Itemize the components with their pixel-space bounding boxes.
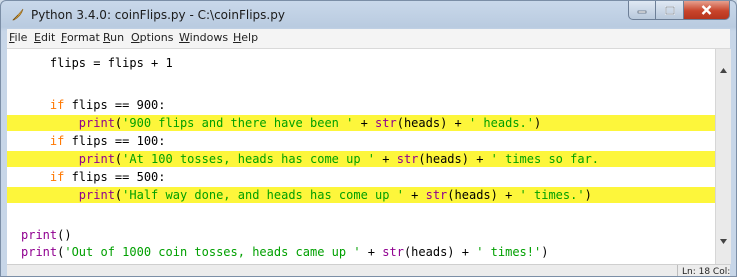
- code-token: print: [21, 228, 58, 242]
- code-token: 'At 100 tosses, heads has come up ': [122, 152, 376, 166]
- code-token: ' heads.': [468, 116, 534, 130]
- menu-windows[interactable]: Windows: [179, 31, 228, 44]
- code-token: +: [353, 116, 376, 130]
- code-token: print: [78, 188, 115, 202]
- code-token: flips == 100:: [64, 134, 166, 148]
- code-token: flips = flips + 1: [21, 56, 173, 70]
- code-token: print: [78, 116, 115, 130]
- title-bar[interactable]: Python 3.4.0: coinFlips.py - C:\coinFlip…: [1, 1, 736, 29]
- menu-options[interactable]: Options: [131, 31, 173, 44]
- scroll-up-arrow[interactable]: [716, 63, 731, 78]
- code-editor[interactable]: flips = flips + 1 if flips == 900: print…: [7, 49, 715, 264]
- code-token: ' times.': [519, 188, 585, 202]
- code-line: if flips == 500:: [7, 169, 715, 185]
- scroll-down-arrow[interactable]: [716, 234, 731, 249]
- code-token: ' times!': [476, 245, 542, 259]
- code-line: if flips == 900:: [7, 97, 715, 113]
- code-token: if: [49, 170, 65, 184]
- code-token: str: [396, 152, 419, 166]
- idle-editor-window: Python 3.4.0: coinFlips.py - C:\coinFlip…: [0, 0, 737, 277]
- menu-file[interactable]: File: [9, 31, 27, 44]
- code-token: '900 flips and there have been ': [122, 116, 354, 130]
- maximize-icon: [664, 5, 675, 15]
- minimize-icon: [637, 10, 647, 14]
- code-line: print(): [7, 227, 715, 243]
- code-token: ): [534, 116, 542, 130]
- code-token: +: [375, 152, 397, 166]
- window-controls: [628, 1, 730, 21]
- code-token: ' times so far.: [490, 152, 600, 166]
- menu-edit[interactable]: Edit: [34, 31, 55, 44]
- python-feather-icon: [12, 8, 24, 21]
- vertical-scrollbar[interactable]: [715, 49, 731, 264]
- code-line: print('900 flips and there have been ' +…: [7, 115, 715, 131]
- code-token: print: [78, 152, 115, 166]
- code-token: (heads) +: [396, 116, 469, 130]
- code-token: +: [403, 188, 426, 202]
- code-token: (heads) +: [403, 245, 477, 259]
- code-token: (heads) +: [447, 188, 520, 202]
- code-token: if: [49, 134, 65, 148]
- code-token: (heads) +: [418, 152, 491, 166]
- minimize-button[interactable]: [628, 1, 656, 20]
- scroll-down-arrow-icon: [720, 239, 727, 244]
- code-token: if: [49, 98, 65, 112]
- window-title: Python 3.4.0: coinFlips.py - C:\coinFlip…: [31, 8, 285, 22]
- cursor-position: Ln: 18 Col: 0: [677, 265, 730, 276]
- maximize-button[interactable]: [656, 1, 684, 20]
- code-token: ): [584, 188, 592, 202]
- code-token: 'Half way done, and heads has come up ': [122, 188, 404, 202]
- close-button[interactable]: [684, 1, 730, 20]
- close-icon: [701, 5, 712, 15]
- code-token: str: [425, 188, 448, 202]
- code-token: str: [382, 245, 404, 259]
- code-line: print('At 100 tosses, heads has come up …: [7, 151, 715, 167]
- code-token: ): [541, 245, 549, 259]
- code-token: 'Out of 1000 coin tosses, heads came up …: [64, 245, 361, 259]
- menu-run[interactable]: Run: [103, 31, 124, 44]
- code-token: flips == 500:: [64, 170, 166, 184]
- code-line: if flips == 100:: [7, 133, 715, 149]
- status-bar: Ln: 18 Col: 0: [7, 264, 730, 276]
- menu-help[interactable]: Help: [233, 31, 258, 44]
- menu-format[interactable]: Format: [61, 31, 100, 44]
- code-line: flips = flips + 1: [7, 55, 715, 71]
- menu-bar: File Edit Format Run Options Windows Hel…: [7, 29, 730, 49]
- code-token: print: [21, 245, 58, 259]
- code-token: str: [375, 116, 397, 130]
- code-token: (): [57, 228, 72, 242]
- scroll-up-arrow-icon: [720, 68, 727, 73]
- code-line: print('Half way done, and heads has come…: [7, 187, 715, 203]
- code-token: +: [360, 245, 383, 259]
- code-line: print('Out of 1000 coin tosses, heads ca…: [7, 244, 715, 260]
- code-token: flips == 900:: [64, 98, 166, 112]
